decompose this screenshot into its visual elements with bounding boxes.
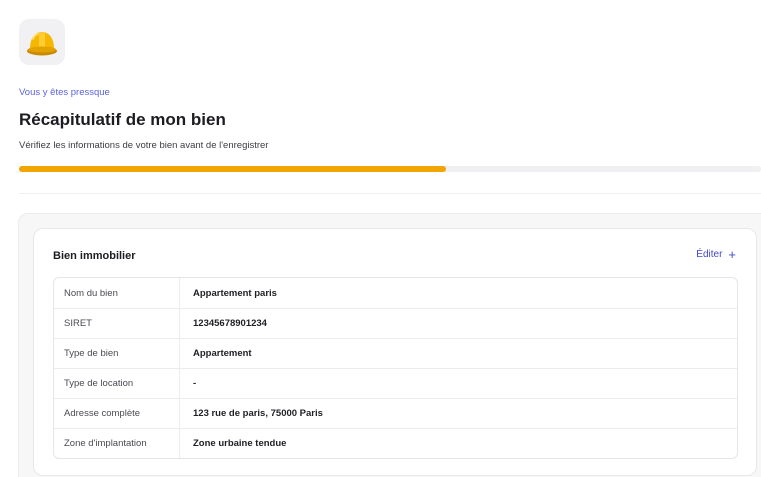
row-value: Appartement paris <box>193 287 277 299</box>
table-row: SIRET 12345678901234 <box>54 308 737 338</box>
recap-page: Vous y êtes pressque Récapitulatif de mo… <box>0 0 761 477</box>
row-label: SIRET <box>54 309 180 338</box>
row-value: - <box>193 378 197 389</box>
plus-icon: + <box>728 246 736 262</box>
table-row: Type de location - <box>54 368 737 398</box>
edit-button-label: Éditer <box>696 249 723 260</box>
table-row: Type de bien Appartement <box>54 338 737 368</box>
edit-button[interactable]: Éditer + <box>696 246 736 262</box>
hard-hat-icon <box>27 32 57 56</box>
row-value: Zone urbaine tendue <box>193 438 287 449</box>
property-card: Bien immobilier Éditer + Nom du bien App… <box>33 228 757 476</box>
row-label: Nom du bien <box>54 278 180 308</box>
row-value: 123 rue de paris, 75000 Paris <box>193 408 323 419</box>
table-row: Zone d'implantation Zone urbaine tendue <box>54 428 737 458</box>
row-label: Zone d'implantation <box>54 429 180 458</box>
property-details-table: Nom du bien Appartement paris SIRET 1234… <box>53 277 738 459</box>
page-title: Récapitulatif de mon bien <box>19 110 226 129</box>
step-eyebrow: Vous y êtes pressque <box>19 87 110 98</box>
row-value: Appartement <box>193 348 252 359</box>
page-subtitle: Vérifiez les informations de votre bien … <box>19 140 269 151</box>
progress-bar-fill <box>19 166 446 172</box>
card-title: Bien immobilier <box>53 250 136 262</box>
section-divider <box>19 193 761 194</box>
table-row: Nom du bien Appartement paris <box>54 278 737 308</box>
row-label: Type de location <box>54 369 180 398</box>
row-label: Adresse complète <box>54 399 180 428</box>
progress-bar <box>19 166 761 172</box>
row-label: Type de bien <box>54 339 180 368</box>
logo-tile <box>19 19 65 65</box>
table-row: Adresse complète 123 rue de paris, 75000… <box>54 398 737 428</box>
row-value: 12345678901234 <box>193 318 267 329</box>
